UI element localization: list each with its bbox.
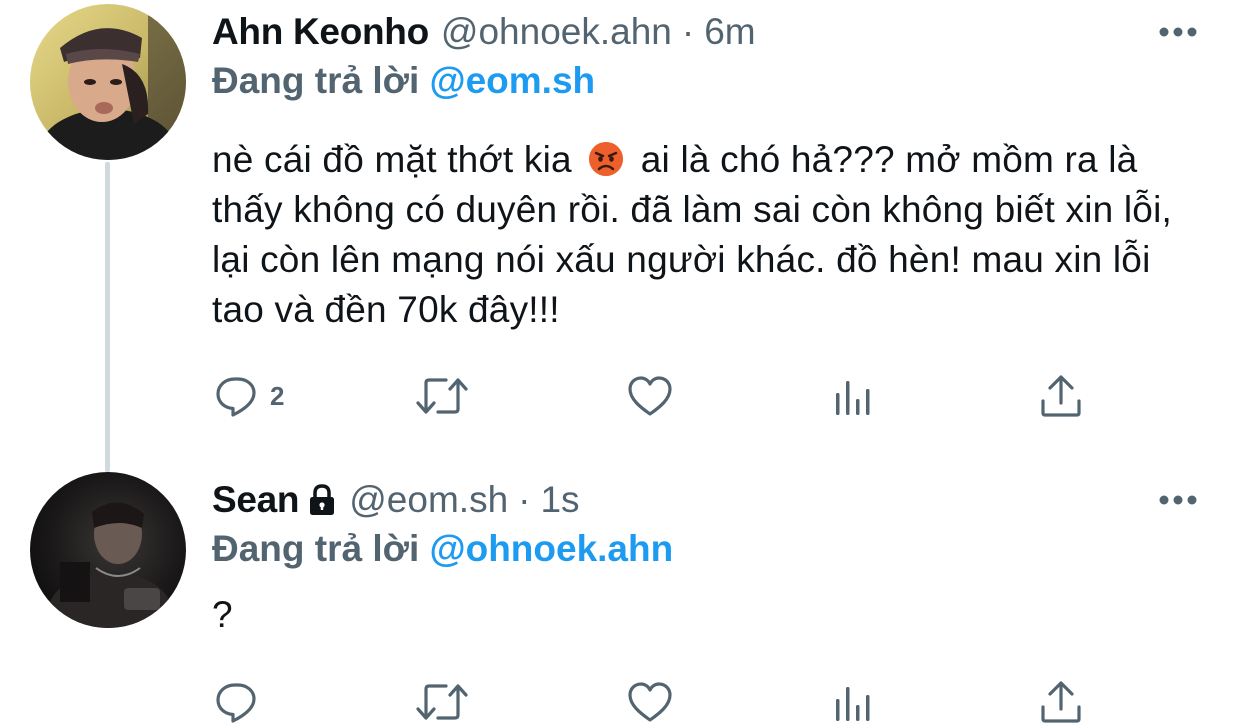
retweet-icon — [416, 684, 468, 720]
separator-dot: · — [518, 479, 531, 520]
reply-mention-link[interactable]: @eom.sh — [430, 60, 596, 101]
tweet-actions: 2 — [212, 372, 1092, 420]
tweet[interactable]: Ahn Keonho @ohnoek.ahn · 6m Đang trả lời… — [0, 0, 1242, 470]
tweet-header: Ahn Keonho @ohnoek.ahn · 6m — [212, 4, 1202, 60]
reply-button[interactable]: 2 — [214, 372, 284, 420]
retweet-button[interactable] — [414, 372, 470, 420]
display-name[interactable]: Sean — [212, 479, 300, 521]
like-button[interactable] — [626, 678, 674, 726]
tweet-text-part: nè cái đồ mặt thớt kia — [212, 139, 572, 180]
timestamp[interactable]: 6m — [704, 11, 755, 53]
views-icon — [836, 687, 870, 721]
avatar-photo — [30, 472, 186, 628]
avatar[interactable] — [30, 4, 186, 160]
pouting-face-emoji — [589, 142, 624, 176]
avatar-photo — [30, 4, 186, 160]
retweet-icon — [416, 378, 468, 414]
like-icon — [628, 682, 672, 722]
reply-icon — [216, 377, 256, 417]
display-name[interactable]: Ahn Keonho — [212, 11, 429, 53]
reply-mention-link[interactable]: @ohnoek.ahn — [430, 528, 674, 569]
share-button[interactable] — [1038, 678, 1084, 726]
like-button[interactable] — [626, 372, 674, 420]
timestamp[interactable]: 1s — [540, 479, 579, 521]
lock-icon — [310, 484, 335, 515]
views-icon — [836, 381, 870, 415]
share-icon — [1041, 375, 1081, 417]
reply-context: Đang trả lời @ohnoek.ahn — [212, 528, 673, 570]
more-icon[interactable] — [1158, 26, 1198, 38]
reply-button[interactable] — [214, 678, 270, 726]
tweet-actions — [212, 678, 1092, 726]
reply-icon — [216, 683, 256, 723]
separator-dot: · — [681, 11, 695, 52]
tweet-text: nè cái đồ mặt thớt kia ai là chó hả??? m… — [212, 135, 1202, 335]
tweet-header: Sean @eom.sh · 1s — [212, 472, 1202, 528]
avatar[interactable] — [30, 472, 186, 628]
views-button[interactable] — [832, 372, 874, 420]
retweet-button[interactable] — [414, 678, 470, 726]
reply-count: 2 — [270, 380, 285, 411]
like-icon — [628, 376, 672, 416]
user-handle[interactable]: @eom.sh — [349, 479, 508, 521]
tweet-text: ? — [212, 594, 233, 635]
views-button[interactable] — [832, 678, 874, 726]
more-icon[interactable] — [1158, 494, 1198, 506]
share-icon — [1041, 681, 1081, 723]
share-button[interactable] — [1038, 372, 1084, 420]
reply-prefix: Đang trả lời — [212, 528, 420, 569]
tweet[interactable]: Sean @eom.sh · 1s Đang trả lời @ohnoek.a… — [0, 470, 1242, 728]
reply-prefix: Đang trả lời — [212, 60, 420, 101]
reply-context: Đang trả lời @eom.sh — [212, 60, 595, 102]
user-handle[interactable]: @ohnoek.ahn — [441, 11, 672, 53]
